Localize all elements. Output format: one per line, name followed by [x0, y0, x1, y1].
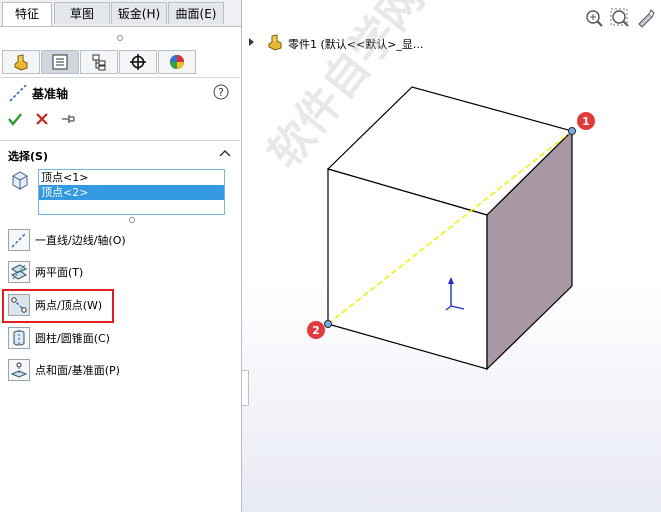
feature-manager-icon: [14, 54, 28, 71]
appearance-tab[interactable]: [158, 50, 196, 74]
cube-model[interactable]: 1 2: [242, 0, 661, 512]
option-line-edge-axis[interactable]: 一直线/边线/轴(O): [8, 227, 126, 253]
appearance-icon: [170, 55, 184, 69]
close-icon: [36, 113, 48, 125]
pin-icon: [62, 115, 75, 123]
dimxpert-tab[interactable]: [119, 50, 157, 74]
pin-button[interactable]: [60, 111, 76, 130]
list-item[interactable]: 顶点<1>: [39, 170, 224, 185]
tab-surfaces[interactable]: 曲面(E): [168, 2, 224, 24]
option-highlight-box: [2, 289, 114, 323]
list-item-selected[interactable]: 顶点<2>: [39, 185, 224, 200]
configuration-manager-icon: [92, 54, 106, 71]
configuration-manager-tab[interactable]: [80, 50, 118, 74]
dimxpert-icon: [130, 54, 146, 70]
panel-resize-grip[interactable]: [117, 35, 123, 41]
help-icon[interactable]: ?: [213, 84, 229, 103]
command-manager-tabs: 特征 草图 钣金(H) 曲面(E): [0, 0, 241, 27]
tab-features[interactable]: 特征: [2, 2, 52, 26]
check-icon: [8, 113, 22, 126]
property-manager-tab[interactable]: [41, 50, 79, 74]
collapse-chevron-icon[interactable]: [219, 148, 231, 161]
option-label: 点和面/基准面(P): [35, 364, 120, 377]
marker-label: 2: [312, 324, 320, 337]
panel-icon-row: [2, 50, 240, 76]
listbox-resize-grip[interactable]: [129, 217, 135, 223]
selection-listbox[interactable]: 顶点<1> 顶点<2>: [38, 169, 225, 215]
cylinder-cone-icon: [8, 327, 30, 349]
tab-sheet-metal[interactable]: 钣金(H): [111, 2, 167, 24]
option-label: 圆柱/圆锥面(C): [35, 332, 110, 345]
property-manager-panel: 特征 草图 钣金(H) 曲面(E) 基准轴 ? 选择(S) 顶点<1> 顶点<2…: [0, 0, 242, 512]
option-label: 一直线/边线/轴(O): [35, 234, 126, 247]
reference-axis-icon: [8, 83, 28, 106]
page-title: 基准轴: [32, 87, 69, 101]
two-planes-icon: [8, 261, 30, 283]
divider: [0, 77, 240, 78]
selection-cube-icon: [9, 169, 31, 194]
option-point-plane[interactable]: 点和面/基准面(P): [8, 357, 120, 383]
marker-label: 1: [582, 115, 590, 128]
vertex-marker-2: 2: [307, 321, 325, 339]
option-cylinder-cone[interactable]: 圆柱/圆锥面(C): [8, 325, 110, 351]
option-two-planes[interactable]: 两平面(T): [8, 259, 83, 285]
property-manager-icon: [52, 54, 68, 70]
svg-text:?: ?: [218, 86, 224, 99]
line-edge-axis-icon: [8, 229, 30, 251]
point-plane-icon: [8, 359, 30, 381]
feature-manager-tab[interactable]: [2, 50, 40, 74]
selection-section-header: 选择(S): [8, 150, 48, 163]
ok-button[interactable]: [7, 111, 23, 130]
tab-sketch[interactable]: 草图: [54, 2, 110, 24]
cancel-button[interactable]: [34, 111, 50, 130]
divider: [0, 140, 240, 141]
vertex-marker-1: 1: [577, 112, 595, 130]
option-label: 两平面(T): [35, 266, 84, 279]
